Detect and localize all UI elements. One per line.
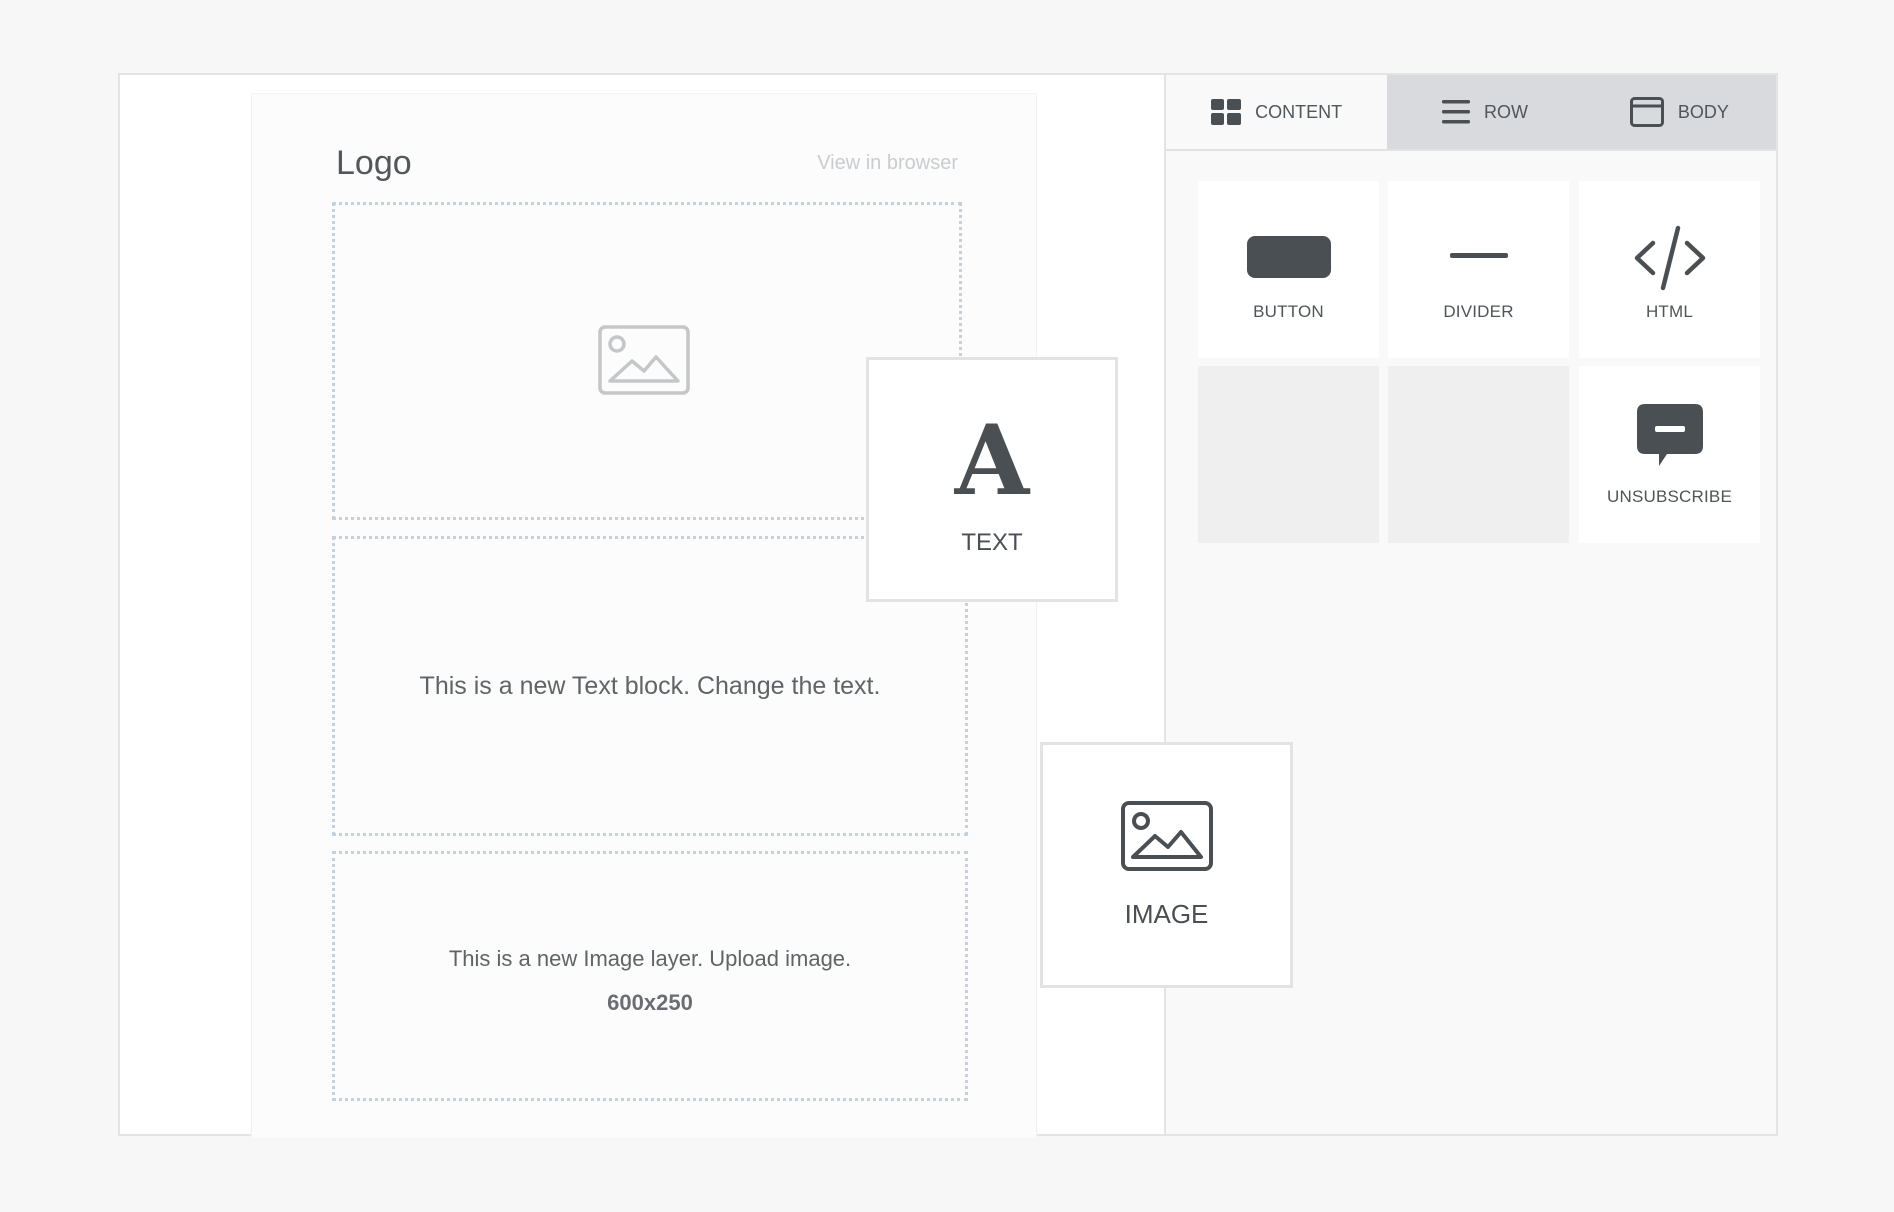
email-editor: Logo View in browser This is a new Text …: [118, 73, 1778, 1138]
tile-button[interactable]: BUTTON: [1198, 181, 1379, 358]
tile-empty-slot: [1198, 366, 1379, 543]
image-layer-block[interactable]: This is a new Image layer. Upload image.…: [332, 851, 968, 1101]
chat-minus-icon: [1636, 404, 1703, 466]
tile-divider-label: DIVIDER: [1443, 302, 1514, 321]
tab-row-label: ROW: [1483, 101, 1528, 122]
window-icon: [1629, 97, 1664, 127]
sidebar-tabs: CONTENT ROW BODY: [1166, 75, 1776, 151]
image-icon: [1120, 800, 1213, 871]
email-template: Logo View in browser This is a new Text …: [251, 93, 1037, 1138]
text-drag-card[interactable]: A TEXT: [866, 357, 1118, 602]
grid-icon: [1211, 99, 1242, 125]
tab-content-label: CONTENT: [1255, 101, 1343, 122]
image-size-label: 600x250: [607, 990, 693, 1015]
button-shape-icon: [1246, 236, 1331, 278]
menu-lines-icon: [1441, 100, 1470, 124]
email-canvas: Logo View in browser This is a new Text …: [120, 75, 1164, 1138]
view-in-browser-link[interactable]: View in browser: [817, 152, 958, 175]
tab-body[interactable]: BODY: [1583, 75, 1776, 149]
text-card-label: TEXT: [961, 528, 1023, 556]
tile-unsubscribe[interactable]: UNSUBSCRIBE: [1579, 366, 1760, 543]
tile-button-label: BUTTON: [1253, 302, 1324, 321]
image-layer-text: This is a new Image layer. Upload image.: [448, 946, 852, 971]
divider-line-icon: [1449, 253, 1508, 258]
text-glyph-icon: A: [954, 403, 1030, 517]
code-brackets-icon: [1634, 225, 1705, 291]
tile-unsubscribe-label: UNSUBSCRIBE: [1606, 487, 1732, 506]
image-drag-card[interactable]: IMAGE: [1040, 742, 1293, 988]
tab-content[interactable]: CONTENT: [1166, 75, 1388, 149]
text-block-content: This is a new Text block. Change the tex…: [419, 672, 881, 700]
tile-divider[interactable]: DIVIDER: [1388, 181, 1569, 358]
email-logo: Logo: [336, 144, 412, 182]
image-placeholder-icon: [598, 325, 690, 395]
image-card-label: IMAGE: [1124, 898, 1209, 929]
tab-row[interactable]: ROW: [1387, 75, 1582, 149]
tile-html-label: HTML: [1645, 302, 1694, 321]
tile-empty-slot: [1388, 366, 1569, 543]
tab-body-label: BODY: [1677, 101, 1729, 122]
tile-html[interactable]: HTML: [1579, 181, 1760, 358]
